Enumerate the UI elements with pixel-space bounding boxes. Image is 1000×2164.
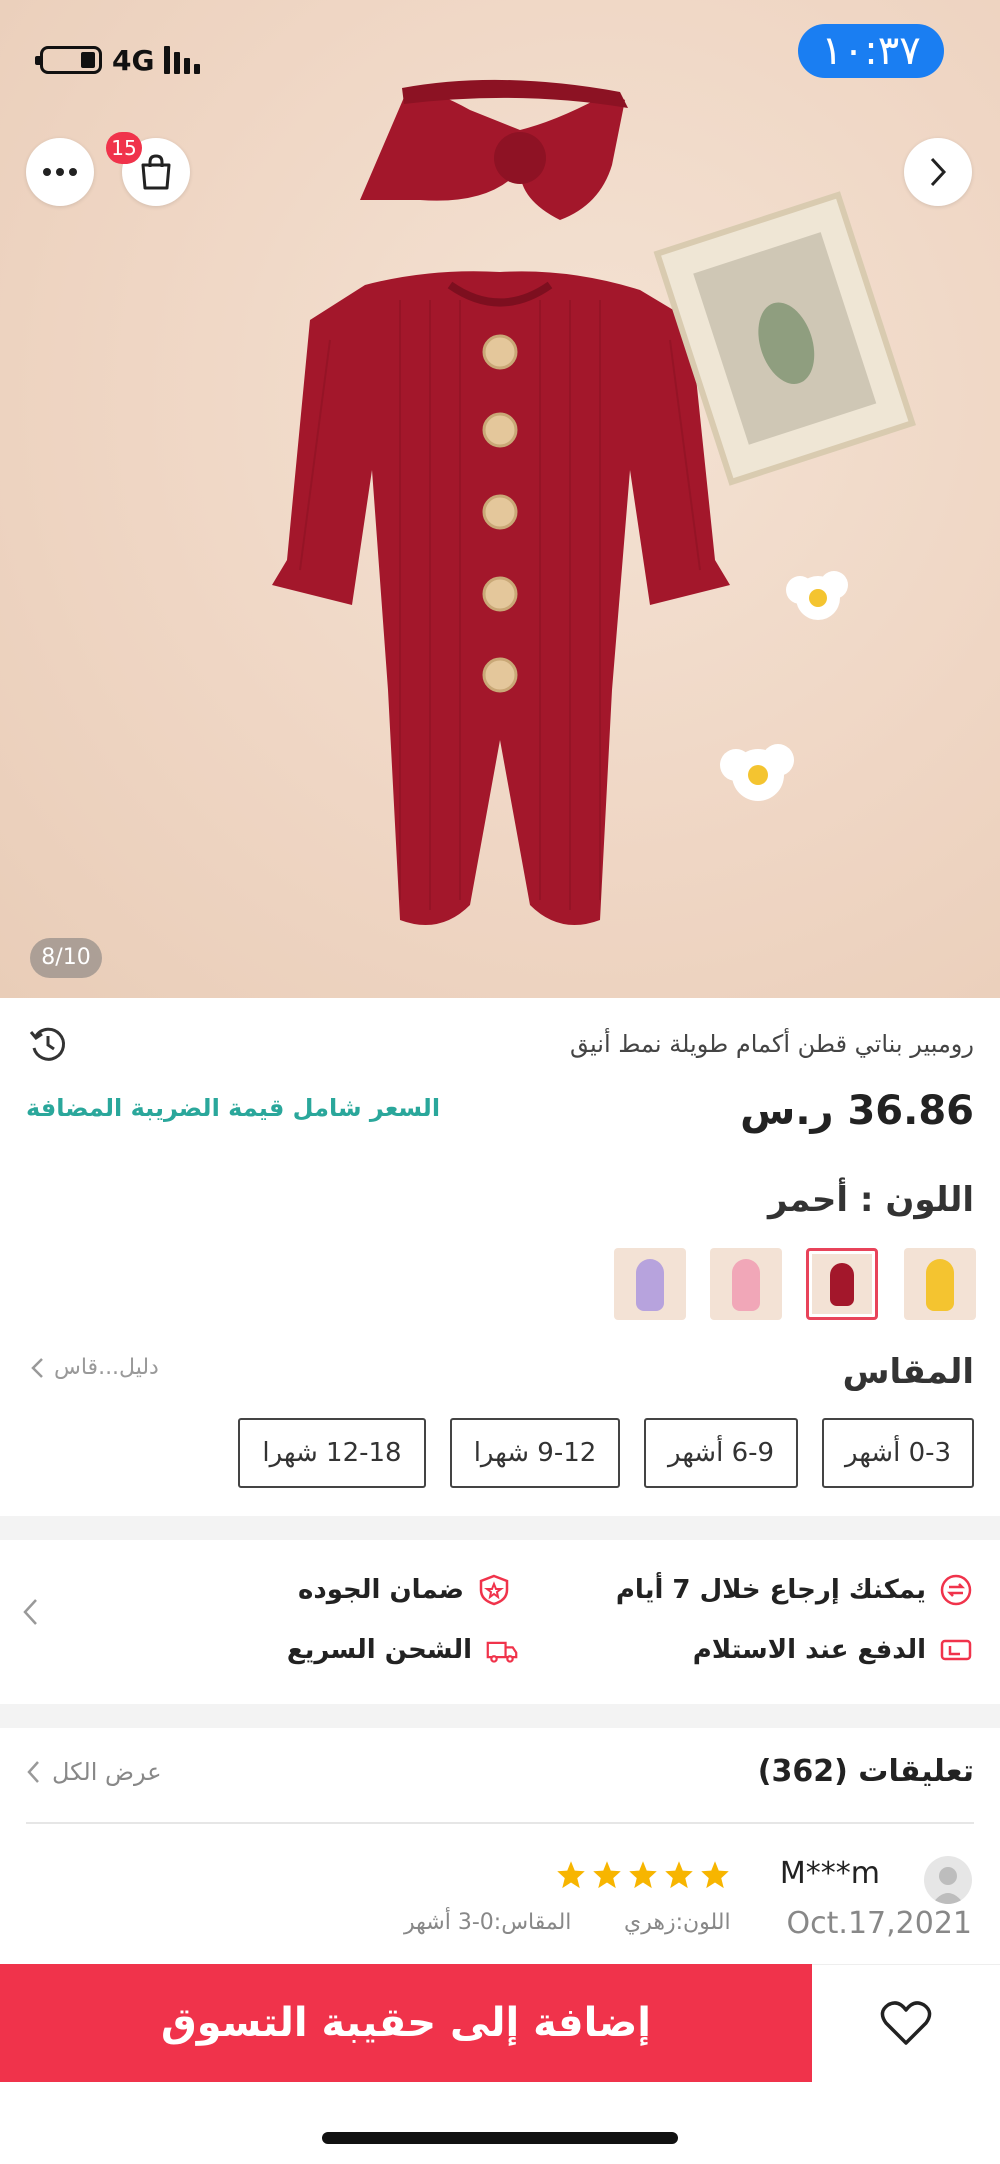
feature-return: يمكنك إرجاع خلال 7 أيام xyxy=(616,1574,972,1606)
truck-icon xyxy=(486,1634,518,1666)
feature-return-text: يمكنك إرجاع خلال 7 أيام xyxy=(615,1575,926,1605)
star-icon xyxy=(701,1861,729,1889)
review-color: اللون:زهري xyxy=(624,1910,731,1935)
image-counter: 8/10 xyxy=(30,938,102,978)
history-button[interactable] xyxy=(28,1024,68,1068)
feature-cod: الدفع عند الاستلام xyxy=(693,1634,972,1666)
more-dots-icon xyxy=(43,168,77,176)
back-button[interactable] xyxy=(904,138,972,206)
swatch-yellow[interactable] xyxy=(904,1248,976,1320)
chevron-left-icon xyxy=(23,1599,37,1625)
star-icon xyxy=(629,1861,657,1889)
view-all-link[interactable]: عرض الكل xyxy=(26,1758,162,1786)
size-guide-link[interactable]: دليل...قاس xyxy=(30,1355,159,1380)
review-username: M***m xyxy=(779,1856,880,1891)
feature-quality: ضمان الجوده xyxy=(298,1574,510,1606)
cash-icon xyxy=(940,1634,972,1666)
history-icon xyxy=(29,1027,66,1061)
shopping-bag-icon xyxy=(141,154,171,190)
size-option[interactable]: 0-3 أشهر xyxy=(822,1418,974,1488)
feature-quality-text: ضمان الجوده xyxy=(298,1575,464,1605)
swatch-color xyxy=(635,1258,665,1311)
feature-cod-text: الدفع عند الاستلام xyxy=(692,1635,926,1665)
wishlist-button[interactable] xyxy=(812,1964,1000,2082)
swatch-purple[interactable] xyxy=(614,1248,686,1320)
product-title: رومبير بناتي قطن أكمام طويلة نمط أنيق xyxy=(570,1030,974,1058)
chevron-left-icon xyxy=(31,1357,43,1378)
color-label: اللون : أحمر xyxy=(767,1180,974,1220)
star-icon xyxy=(593,1861,621,1889)
add-to-bag-button[interactable]: إضافة إلى حقيبة التسوق xyxy=(0,1964,812,2082)
section-divider xyxy=(0,1516,1000,1540)
status-time: ١٠:٣٧ xyxy=(798,24,944,78)
review-date: Oct.17,2021 xyxy=(786,1906,972,1941)
avatar xyxy=(924,1856,972,1904)
features-more-button[interactable] xyxy=(22,1598,38,1630)
product-price: 36.86 ر.س xyxy=(740,1088,974,1134)
user-avatar-icon xyxy=(932,1867,964,1904)
return-icon xyxy=(940,1574,972,1606)
home-indicator xyxy=(322,2132,678,2144)
vat-note: السعر شامل قيمة الضريبة المضافة xyxy=(26,1094,441,1122)
star-rating xyxy=(556,1860,730,1890)
chevron-left-icon xyxy=(27,1761,39,1783)
size-option[interactable]: 12-18 شهرا xyxy=(238,1418,426,1488)
network-label: 4G xyxy=(112,43,155,77)
swatch-color xyxy=(925,1258,955,1311)
star-icon xyxy=(665,1861,693,1889)
view-all-text: عرض الكل xyxy=(52,1758,162,1786)
review-size: المقاس:0-3 أشهر xyxy=(404,1910,572,1935)
size-option[interactable]: 9-12 شهرا xyxy=(450,1418,620,1488)
star-icon xyxy=(557,1861,585,1889)
status-bar-left: 4G xyxy=(35,40,201,80)
size-guide-text: دليل...قاس xyxy=(54,1355,159,1380)
feature-shipping: الشحن السريع xyxy=(287,1634,518,1666)
reviews-title: تعليقات (362) xyxy=(757,1754,974,1789)
product-image[interactable]: 4G ١٠:٣٧ 15 8/10 xyxy=(0,0,1000,998)
more-button[interactable] xyxy=(26,138,94,206)
battery-icon xyxy=(35,46,102,74)
swatch-color xyxy=(731,1258,761,1311)
swatch-pink[interactable] xyxy=(710,1248,782,1320)
swatch-color xyxy=(830,1263,854,1307)
swatch-red[interactable] xyxy=(806,1248,878,1320)
divider xyxy=(26,1822,974,1824)
feature-shipping-text: الشحن السريع xyxy=(286,1635,472,1665)
signal-icon xyxy=(164,46,201,74)
heart-icon xyxy=(880,2001,932,2045)
chevron-right-icon xyxy=(930,157,947,187)
cart-count-badge: 15 xyxy=(106,132,142,164)
shield-star-icon xyxy=(478,1574,510,1606)
size-label: المقاس xyxy=(842,1352,974,1392)
size-option[interactable]: 6-9 أشهر xyxy=(644,1418,798,1488)
section-divider xyxy=(0,1704,1000,1728)
